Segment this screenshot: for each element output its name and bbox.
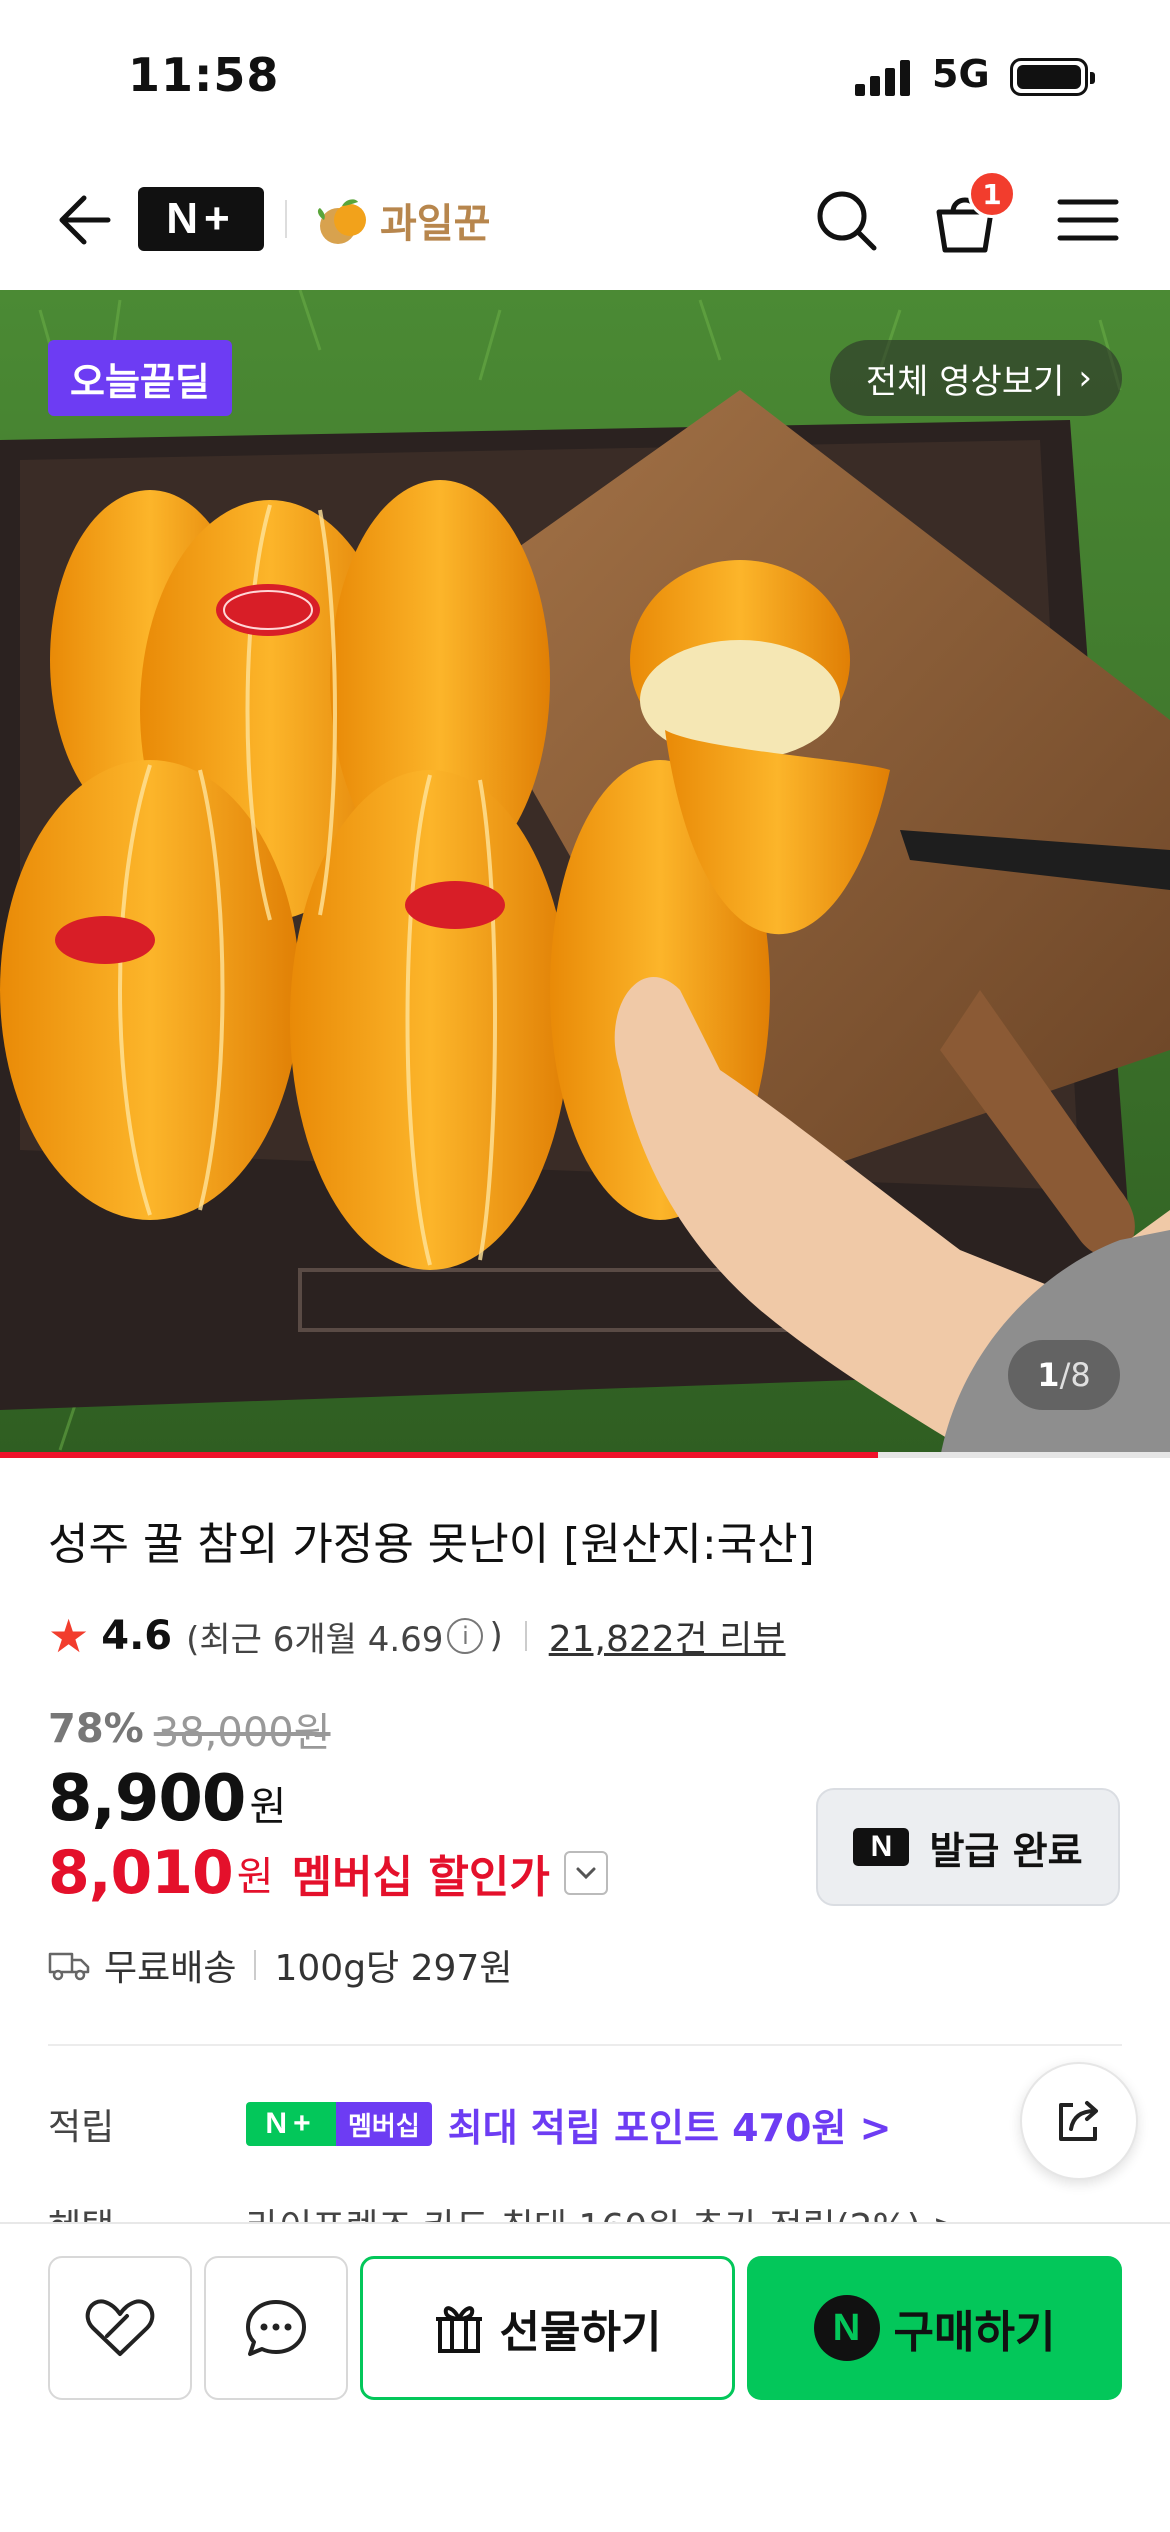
view-full-video-label: 전체 영상보기	[865, 361, 1065, 402]
network-type: 5G	[932, 52, 990, 96]
recent-rating-close: )	[489, 1616, 503, 1656]
share-button[interactable]	[1020, 2062, 1138, 2180]
unit-price: 100g당 297원	[274, 1948, 513, 1989]
discount-row: 78% 38,000원	[48, 1700, 331, 1758]
separator	[254, 1950, 257, 1980]
points-label: 적립	[48, 2107, 115, 2148]
naver-plus-logo[interactable]: N+	[138, 187, 264, 251]
image-page-indicator: 1 /8	[1008, 1340, 1120, 1410]
original-price: 38,000원	[153, 1710, 331, 1756]
review-count-link[interactable]: 21,822건 리뷰	[549, 1610, 786, 1662]
menu-icon	[1057, 199, 1119, 241]
nplus-badge-n: N+	[246, 2102, 336, 2146]
gift-label: 선물하기	[499, 2307, 662, 2358]
separator	[524, 1621, 527, 1651]
info-icon[interactable]: i	[447, 1618, 484, 1654]
talk-chat-button[interactable]	[204, 2256, 348, 2400]
fruit-logo-icon	[317, 199, 366, 244]
status-time: 11:58	[128, 48, 280, 102]
member-price-label: 멤버십 할인가	[291, 1852, 550, 1903]
truck-icon	[48, 1952, 90, 1981]
nplus-membership-badge: N+ 멤버십	[246, 2102, 432, 2146]
buy-button[interactable]: N 구매하기	[747, 2256, 1122, 2400]
chat-bubble-icon	[246, 2300, 306, 2356]
back-arrow-icon	[59, 195, 111, 245]
battery-icon	[1010, 58, 1095, 96]
recent-rating-text: (최근 6개월 4.69	[186, 1619, 444, 1660]
carousel-progress-fill	[0, 1452, 878, 1458]
buy-label: 구매하기	[893, 2307, 1056, 2358]
logo-divider	[285, 200, 287, 238]
section-divider	[48, 2044, 1122, 2046]
product-image-carousel[interactable]: 오늘끝딜 전체 영상보기 › 1 /8	[0, 290, 1170, 1458]
signal-icon	[855, 60, 915, 96]
page-total: /8	[1059, 1356, 1091, 1394]
coupon-label: 발급 완료	[929, 1828, 1083, 1873]
nplus-badge-member: 멤버십	[336, 2102, 432, 2146]
search-button[interactable]	[806, 180, 886, 260]
product-title: 성주 꿀 참외 가정용 못난이 [원산지:국산]	[48, 1519, 815, 1570]
bottom-action-bar: 선물하기 N 구매하기	[0, 2222, 1170, 2532]
shipping-text: 무료배송	[104, 1948, 237, 1989]
back-button[interactable]	[36, 180, 116, 260]
store-name: 과일꾼	[380, 201, 491, 247]
member-price-toggle[interactable]	[563, 1851, 608, 1895]
points-row[interactable]: 적립 N+ 멤버십 최대 적립 포인트 470원 >	[48, 2094, 1122, 2154]
view-full-video-button[interactable]: 전체 영상보기 ›	[829, 340, 1122, 416]
member-price-row: 8,010 원 멤버십 할인가	[48, 1838, 608, 1908]
recent-rating: (최근 6개월 4.69 i )	[186, 1612, 503, 1661]
member-price-unit: 원	[236, 1854, 274, 1900]
rating-value: 4.6	[101, 1613, 173, 1659]
discount-rate: 78%	[48, 1706, 144, 1752]
store-logo[interactable]: 과일꾼	[312, 180, 490, 260]
heart-icon	[85, 2299, 155, 2356]
gift-button[interactable]: 선물하기	[360, 2256, 735, 2400]
star-icon: ★	[48, 1609, 90, 1663]
naver-pay-icon: N	[813, 2295, 880, 2361]
max-points-text: 최대 적립 포인트 470원 >	[447, 2105, 892, 2150]
cart-count-badge: 1	[968, 170, 1016, 218]
today-deal-badge: 오늘끝딜	[48, 340, 232, 416]
gift-icon	[435, 2306, 482, 2353]
product-photo	[0, 290, 1170, 1458]
naver-n-icon: N	[853, 1828, 910, 1866]
shipping-row: 무료배송 100g당 297원	[48, 1940, 512, 1990]
carousel-progress-bar	[0, 1452, 1170, 1458]
sale-price: 8,900	[48, 1762, 246, 1836]
page-current: 1	[1037, 1356, 1060, 1394]
search-icon	[817, 191, 877, 251]
chevron-down-icon	[576, 1867, 596, 1880]
chevron-right-icon: ›	[1078, 358, 1092, 398]
header: N+ 과일꾼 1	[0, 150, 1170, 290]
member-price: 8,010	[48, 1838, 234, 1908]
menu-button[interactable]	[1048, 180, 1128, 260]
share-icon	[1059, 2101, 1098, 2141]
rating-row: ★ 4.6 (최근 6개월 4.69 i ) 21,822건 리뷰	[48, 1606, 786, 1666]
status-bar: 11:58 5G	[0, 0, 1170, 150]
price-unit: 원	[249, 1784, 287, 1830]
coupon-issued-button[interactable]: N 발급 완료	[816, 1788, 1120, 1906]
price-row: 8,900 원	[48, 1762, 286, 1836]
wishlist-button[interactable]	[48, 2256, 192, 2400]
